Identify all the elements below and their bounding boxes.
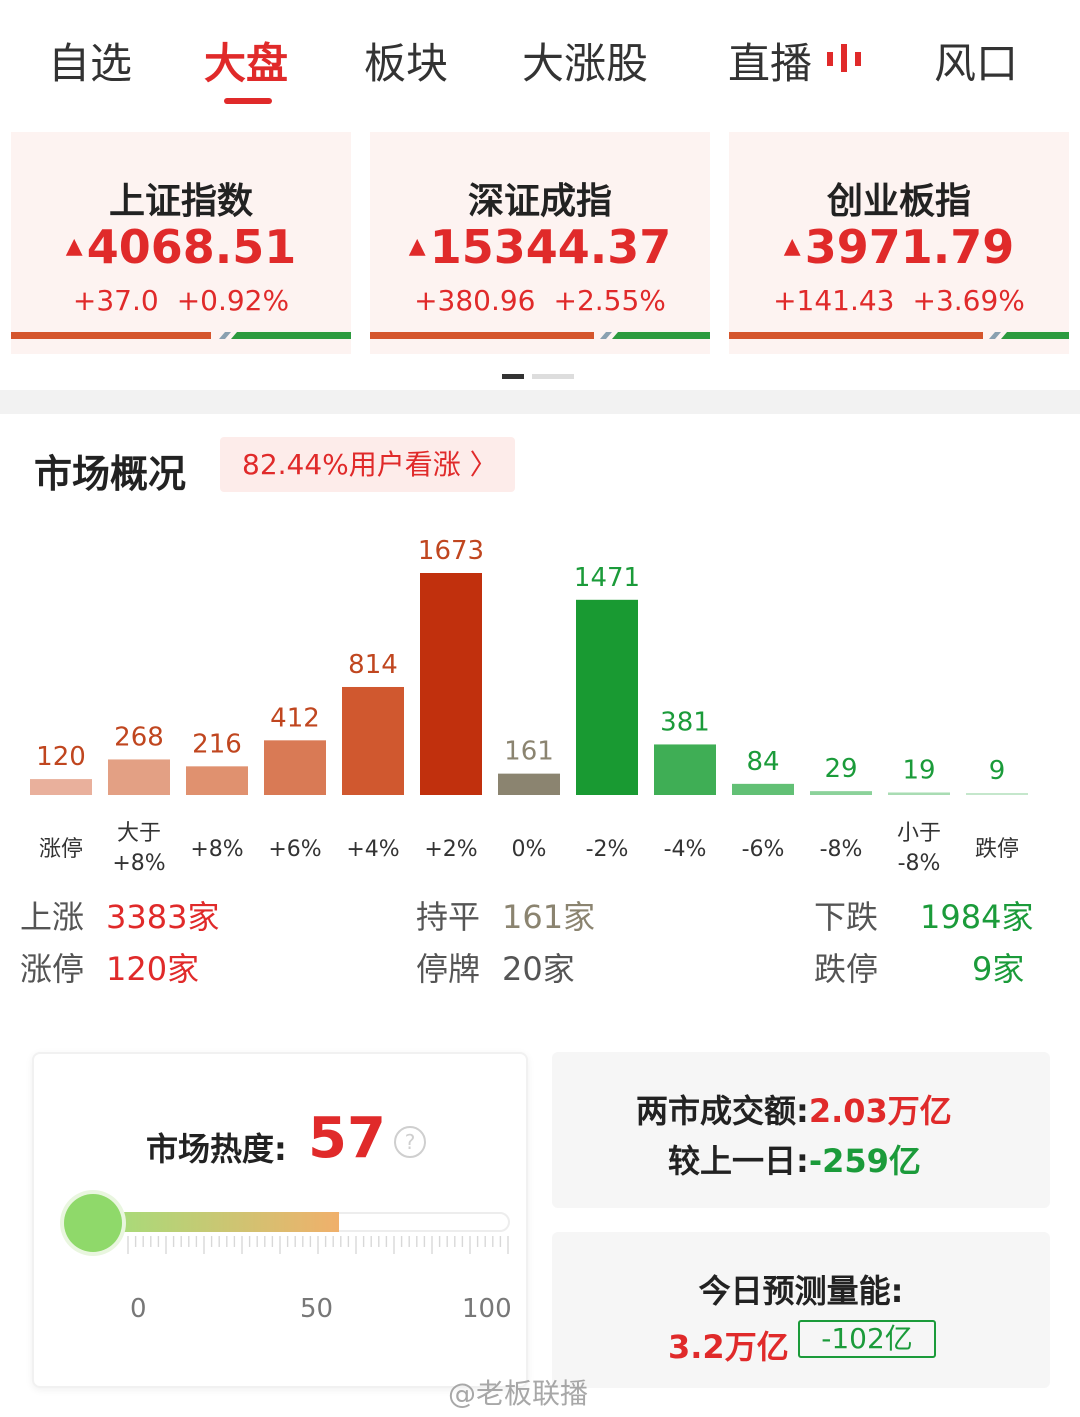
bar-value-label-6: 161 [504, 737, 554, 767]
bar-value-label-7: 1471 [574, 563, 640, 593]
index-name: 上证指数 [108, 181, 253, 222]
carousel-pager [502, 374, 574, 379]
index-value: ▲3971.79 [783, 220, 1015, 274]
stat-suspended: 停牌 20家 [416, 950, 575, 988]
up-triangle-icon: ▲ [408, 234, 426, 259]
bar-9 [732, 783, 794, 795]
tab-sectors[interactable]: 板块 [364, 30, 448, 91]
category-label-4: +4% [346, 837, 399, 862]
section-title: 市场概况 [34, 452, 187, 496]
bar-value-label-5: 1673 [418, 536, 484, 566]
bar-12 [966, 793, 1028, 795]
tab-live[interactable]: 直播 [728, 30, 812, 91]
stat-down: 下跌 1984家 [814, 898, 1034, 936]
index-name: 创业板指 [826, 181, 971, 222]
up-triangle-icon: ▲ [783, 234, 801, 259]
bar-value-label-4: 814 [348, 650, 398, 680]
gauge-fill [112, 1212, 339, 1232]
advance-decline-bar [729, 332, 1069, 339]
category-label-0: 涨停 [39, 837, 83, 862]
bar-5 [420, 573, 482, 795]
category-label-8: -4% [664, 837, 707, 862]
category-label-12: 跌停 [975, 837, 1019, 862]
advance-decline-bar [11, 332, 351, 339]
top-tab-bar: 自选 大盘 板块 大涨股 直播 风口 [0, 0, 1080, 110]
gauge-label-mid: 50 [300, 1294, 334, 1324]
bar-0 [30, 779, 92, 795]
sentiment-link[interactable]: 82.44%用户看涨 〉 [220, 437, 515, 492]
turnover-compare-line: 较上一日:-259亿 [668, 1142, 921, 1180]
watermark: @老板联播 [448, 1377, 589, 1410]
stat-limit-up: 涨停 120家 [20, 950, 200, 988]
index-name: 深证成指 [467, 181, 612, 222]
bar-value-label-12: 9 [989, 756, 1006, 786]
category-label-10: -8% [820, 837, 863, 862]
live-indicator-icon [827, 44, 861, 72]
category-label-5: +2% [424, 837, 477, 862]
bar-value-label-0: 120 [36, 742, 86, 772]
section-divider [0, 390, 1080, 414]
tab-watchlist[interactable]: 自选 [48, 30, 132, 91]
bar-value-label-10: 29 [824, 754, 857, 784]
bar-11 [888, 792, 950, 795]
forecast-value: 3.2万亿 [668, 1328, 789, 1366]
index-change: +37.0 +0.92% [72, 284, 290, 317]
tab-market[interactable]: 大盘 [204, 30, 288, 91]
heat-gauge: 0 50 100 [60, 1190, 520, 1340]
tab-trends[interactable]: 风口 [934, 30, 1018, 91]
advance-decline-bar [370, 332, 710, 339]
bar-2 [186, 766, 248, 795]
category-label-7: -2% [586, 837, 629, 862]
bar-value-label-8: 381 [660, 707, 710, 737]
market-heat-card[interactable]: 市场热度: 57 ? 0 50 100 [32, 1052, 528, 1388]
gauge-knob [64, 1194, 122, 1252]
heat-value: 57 [308, 1106, 386, 1171]
category-label-3: +6% [268, 837, 321, 862]
bar-10 [810, 791, 872, 795]
index-value: ▲15344.37 [408, 220, 672, 274]
help-icon[interactable]: ? [394, 1126, 426, 1158]
index-card-chinext[interactable]: 创业板指 ▲3971.79 +141.43 +3.69% [729, 132, 1069, 354]
stat-limit-down: 跌停 9家 [814, 950, 1025, 988]
category-label-9: -6% [742, 837, 785, 862]
bar-1 [108, 759, 170, 795]
bar-4 [342, 686, 404, 795]
bar-6 [498, 773, 560, 795]
bar-8 [654, 744, 716, 795]
bar-value-label-2: 216 [192, 729, 242, 759]
forecast-card: 今日预测量能: 3.2万亿 -102亿 [552, 1232, 1050, 1388]
forecast-title: 今日预测量能: [698, 1272, 904, 1310]
bar-3 [264, 740, 326, 795]
category-label-6: 0% [512, 837, 547, 862]
gauge-scale-ticks [127, 1236, 509, 1254]
heat-label: 市场热度: [146, 1130, 287, 1168]
category-label-1: 大于+8% [112, 821, 165, 876]
price-change-distribution-chart: 120 涨停 268 大于+8% 216 +8% 412 +6% 814 +4% 1673 +2% 16… [30, 536, 1028, 876]
gauge-label-max: 100 [462, 1294, 512, 1324]
forecast-delta-badge: -102亿 [798, 1320, 936, 1358]
index-value: ▲4068.51 [65, 220, 297, 274]
category-label-11: 小于-8% [897, 821, 941, 876]
category-label-2: +8% [190, 837, 243, 862]
tab-top-gainers[interactable]: 大涨股 [522, 30, 648, 91]
bar-value-label-1: 268 [114, 722, 164, 752]
up-triangle-icon: ▲ [65, 234, 83, 259]
gauge-label-min: 0 [130, 1294, 147, 1324]
stat-up: 上涨 3383家 [20, 898, 220, 936]
bar-value-label-11: 19 [902, 755, 935, 785]
bar-7 [576, 599, 638, 795]
turnover-line: 两市成交额:2.03万亿 [636, 1092, 952, 1130]
index-card-shenzhen[interactable]: 深证成指 ▲15344.37 +380.96 +2.55% [370, 132, 710, 354]
index-change: +141.43 +3.69% [773, 284, 1025, 317]
bar-value-label-9: 84 [746, 747, 779, 777]
active-tab-underline [224, 98, 272, 104]
bar-value-label-3: 412 [270, 703, 320, 733]
index-card-shanghai[interactable]: 上证指数 ▲4068.51 +37.0 +0.92% [11, 132, 351, 354]
stat-flat: 持平 161家 [416, 898, 596, 936]
turnover-card: 两市成交额:2.03万亿 较上一日:-259亿 [552, 1052, 1050, 1208]
index-change: +380.96 +2.55% [414, 284, 666, 317]
